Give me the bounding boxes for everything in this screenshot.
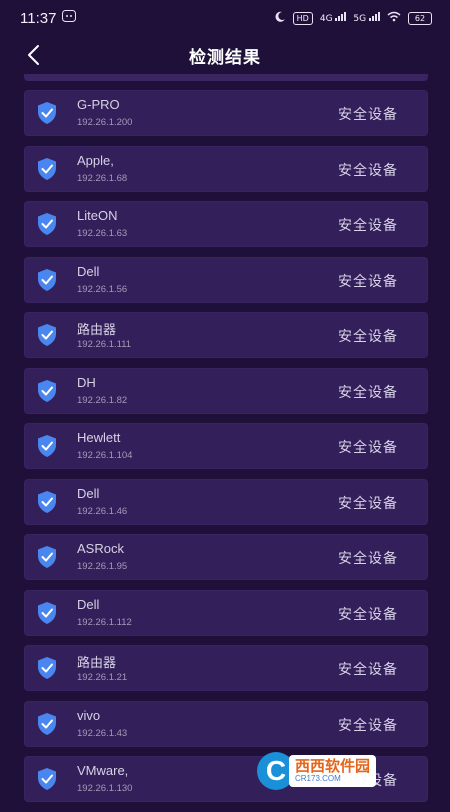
device-status: 安全设备 [338,606,398,623]
device-card[interactable]: Dell 192.26.1.46 安全设备 [24,478,428,525]
device-status: 安全设备 [338,273,398,290]
status-time: 11:37 [20,9,57,27]
header: 检测结果 [0,36,450,74]
device-card[interactable]: Apple, 192.26.1.68 安全设备 [24,145,428,192]
device-card[interactable]: LiteON 192.26.1.63 安全设备 [24,201,428,247]
wechat-icon [62,10,77,26]
device-name: G-PRO [77,97,120,112]
device-card[interactable]: Hewlett 192.26.1.104 安全设备 [24,423,428,469]
device-name: Dell [77,263,100,279]
device-name: Dell [77,596,100,612]
shield-check-icon [36,323,58,347]
shield-check-icon [36,434,58,458]
device-card[interactable]: Dell 192.26.1.56 安全设备 [24,256,428,303]
device-ip: 192.26.1.46 [77,505,128,517]
device-name: ASRock [77,541,124,556]
device-name: Hewlett [77,430,121,445]
device-status: 安全设备 [338,107,398,123]
shield-check-icon [36,268,58,292]
device-status: 安全设备 [338,384,398,401]
chevron-left-icon[interactable] [22,42,48,68]
device-ip: 192.26.1.111 [77,339,132,350]
shield-check-icon [36,212,58,236]
device-ip: 192.26.1.56 [77,283,128,295]
device-card[interactable]: ASRock 192.26.1.95 安全设备 [24,534,428,580]
device-name: vivo [77,707,101,723]
hd-icon: HD [292,11,313,25]
device-name: LiteON [77,208,118,223]
device-ip: 192.26.1.21 [77,672,128,683]
device-status: 安全设备 [338,329,398,345]
signal-4g-icon: 4G [320,12,347,24]
net1-label: 4G [319,14,333,24]
watermark-main: 西西软件园 [295,757,371,775]
shield-check-icon [36,157,58,181]
device-status: 安全设备 [338,162,398,179]
status-bar: 11:37 HD 4G 5G 62 [0,0,450,36]
shield-check-icon [36,545,58,569]
list-top-edge [24,74,428,81]
device-name: 路由器 [77,322,117,337]
moon-icon [275,11,286,25]
device-status: 安全设备 [338,495,398,512]
signal-5g-icon: 5G [353,12,380,24]
shield-check-icon [36,767,58,791]
device-status: 安全设备 [338,218,398,234]
battery-icon: 62 [408,11,432,25]
device-list: G-PRO 192.26.1.200 安全设备 Apple, 192.26.1.68 安全… [24,90,428,812]
device-card[interactable]: vivo 192.26.1.43 安全设备 [24,700,428,747]
device-ip: 192.26.1.112 [77,616,132,628]
device-ip: 192.26.1.200 [77,117,133,128]
device-card[interactable]: Dell 192.26.1.112 安全设备 [24,589,428,636]
device-ip: 192.26.1.63 [77,228,128,239]
device-name: Apple, [77,152,114,168]
shield-check-icon [36,656,58,680]
device-status: 安全设备 [338,440,398,456]
device-name: DH [77,374,96,390]
net2-label: 5G [353,14,367,24]
device-ip: 192.26.1.68 [77,172,128,184]
page-title: 检测结果 [189,47,261,68]
watermark-text: 西西软件园 CR173.COM [289,755,377,787]
device-card[interactable]: 路由器 192.26.1.111 安全设备 [24,312,428,358]
device-ip: 192.26.1.82 [77,394,128,406]
device-ip: 192.26.1.95 [77,561,128,572]
device-status: 安全设备 [338,717,398,734]
device-name: 路由器 [77,655,117,670]
device-card[interactable]: G-PRO 192.26.1.200 安全设备 [24,90,428,136]
device-status: 安全设备 [338,662,398,678]
device-card[interactable]: 路由器 192.26.1.21 安全设备 [24,645,428,691]
device-ip: 192.26.1.43 [77,727,128,739]
shield-check-icon [36,712,58,736]
device-name: Dell [77,485,100,501]
wifi-icon [387,11,401,25]
watermark: C 西西软件园 CR173.COM [257,750,427,792]
shield-check-icon [36,490,58,514]
device-card[interactable]: DH 192.26.1.82 安全设备 [24,367,428,414]
device-name: VMware, [77,763,129,778]
shield-check-icon [36,601,58,625]
device-ip: 192.26.1.130 [77,783,133,794]
shield-check-icon [36,379,58,403]
watermark-sub: CR173.COM [295,774,341,783]
device-ip: 192.26.1.104 [77,450,133,461]
device-status: 安全设备 [338,551,398,567]
shield-check-icon [36,101,58,125]
